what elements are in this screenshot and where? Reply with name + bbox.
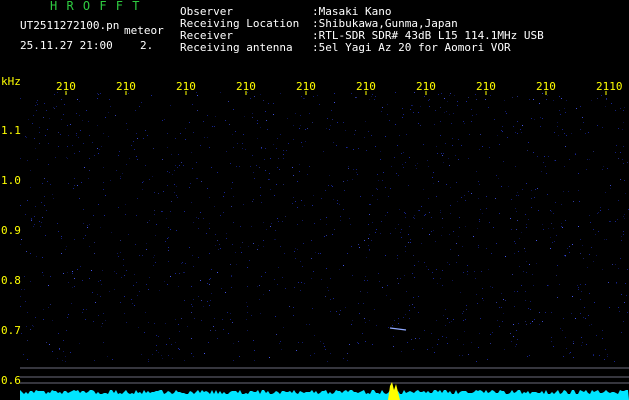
meteor-echo <box>389 327 407 331</box>
spectrogram-svg <box>20 92 629 400</box>
baseline-spectrum <box>20 390 629 400</box>
count-value: 2. <box>140 39 154 52</box>
mode-label: meteor <box>124 24 164 37</box>
antenna-value: :5el Yagi Az 20 for Aomori VOR <box>312 41 511 54</box>
y-tick-label: 0.8 <box>1 274 21 287</box>
spectrogram-plot <box>20 92 629 400</box>
spectrogram-window: H R O F F T UT2511272100.pn meteor 25.11… <box>0 0 629 400</box>
y-tick-label: 0.6 <box>1 374 21 387</box>
x-tick-label: 2110 <box>596 80 623 93</box>
date-time: 25.11.27 21:00 <box>20 39 113 52</box>
y-tick-label: 0.9 <box>1 224 21 237</box>
app-brand: H R O F F T <box>50 0 141 13</box>
antenna-label: Receiving antenna <box>180 41 293 54</box>
y-tick-label: 1.1 <box>1 124 21 137</box>
carrier-spike <box>388 382 400 400</box>
noise-field <box>20 92 629 362</box>
y-tick-label: 1.0 <box>1 174 21 187</box>
file-name: UT2511272100.pn <box>20 19 120 32</box>
x-tick-labels: 210 210 210 210 210 210 210 210 210 2110 <box>56 80 623 95</box>
y-tick-label: 0.7 <box>1 324 21 337</box>
